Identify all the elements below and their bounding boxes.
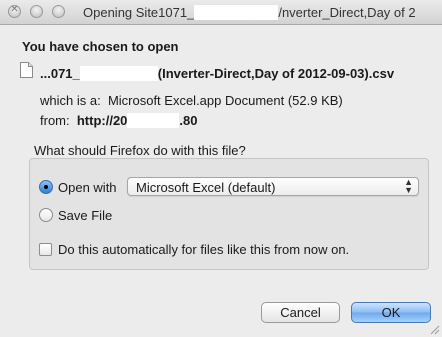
redacted-region: x (79, 66, 158, 81)
application-select-value: Microsoft Excel (default) (136, 180, 276, 195)
file-type-value: Microsoft Excel.app Document (52.9 KB) (107, 93, 343, 108)
document-icon (20, 62, 33, 78)
source-url-prefix: http://20 (76, 113, 128, 128)
redacted-region: x (127, 113, 180, 128)
window-title: Opening Site1071_xxxxxxxx/nverter_Direct… (83, 5, 416, 20)
action-question: What should Firefox do with this file? (34, 143, 246, 158)
file-name-tail: (Inverter-Direct,Day of 2012-09-03).csv (157, 66, 395, 81)
close-icon[interactable]: ✕ (8, 4, 21, 18)
save-file-label[interactable]: Save File (58, 208, 112, 223)
minimize-icon[interactable] (30, 5, 43, 18)
window-title-rest: nverter_Direct,Day of 2 (281, 5, 416, 20)
source-url-suffix: .80 (179, 113, 198, 128)
redacted-region: xxxxxxxx (194, 5, 279, 20)
auto-action-label[interactable]: Do this automatically for files like thi… (58, 242, 349, 257)
file-type-line: which is a: Microsoft Excel.app Document… (40, 93, 343, 108)
source-label: from: (40, 113, 70, 128)
auto-action-checkbox[interactable] (39, 243, 52, 256)
open-with-label[interactable]: Open with (58, 180, 117, 195)
window-titlebar[interactable]: ✕ Opening Site1071_xxxxxxxx/nverter_Dire… (0, 0, 442, 25)
up-down-arrows-icon: ▲ ▼ (404, 177, 413, 195)
ok-button[interactable]: OK (351, 302, 431, 323)
application-select[interactable]: Microsoft Excel (default) ▲ ▼ (127, 177, 419, 196)
window-title-visible: Opening Site1071_ (83, 5, 195, 20)
file-name: ...071_x(Inverter-Direct,Day of 2012-09-… (40, 66, 394, 81)
zoom-icon[interactable] (52, 5, 65, 18)
dialog-heading: You have chosen to open (22, 39, 179, 54)
save-file-radio[interactable] (39, 208, 53, 222)
open-with-radio[interactable] (39, 180, 53, 194)
source-line: from: http://20x.80 (40, 113, 198, 128)
cancel-button[interactable]: Cancel (261, 302, 340, 323)
file-type-label: which is a: (40, 93, 101, 108)
resize-grip-icon[interactable] (430, 325, 440, 335)
file-name-prefix: ...071_ (40, 66, 80, 81)
